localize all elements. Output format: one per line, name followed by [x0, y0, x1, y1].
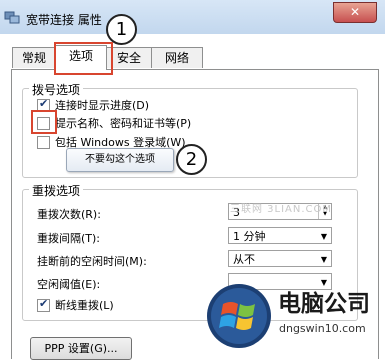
redial-if-dropped-option[interactable]: 断线重拨(L)	[37, 297, 114, 313]
callout-1: 1	[106, 14, 137, 45]
show-progress-checkbox[interactable]	[37, 97, 50, 112]
idle-before-hangup-label: 挂断前的空闲时间(M):	[37, 255, 147, 268]
close-button[interactable]: ✕	[333, 2, 377, 23]
idle-before-hangup-select[interactable]: 从不 ▼	[228, 250, 332, 267]
show-progress-label: 连接时显示进度(D)	[55, 99, 150, 112]
windows-logo-icon	[207, 284, 271, 348]
tab-options[interactable]: 选项	[55, 45, 107, 70]
watermark-text: 三联网 3LIAN.COM	[230, 204, 333, 215]
tab-security[interactable]: 安全	[106, 47, 152, 68]
redial-interval-value: 1 分钟	[233, 230, 266, 243]
chevron-down-icon: ▼	[320, 232, 327, 241]
prompt-credentials-checkbox[interactable]	[37, 116, 50, 130]
idle-before-hangup-value: 从不	[233, 253, 255, 266]
show-progress-option[interactable]: 连接时显示进度(D)	[37, 97, 149, 113]
redial-attempts-label: 重拨次数(R):	[37, 208, 101, 221]
redial-if-dropped-label: 断线重拨(L)	[55, 299, 114, 312]
idle-threshold-label: 空闲阈值(E):	[37, 278, 101, 291]
redial-interval-label: 重拨间隔(T):	[37, 232, 101, 245]
tab-bar: 常规 选项 安全 网络	[12, 45, 376, 70]
brand-url: dngswin10.com	[279, 322, 366, 335]
tab-networking[interactable]: 网络	[151, 47, 203, 68]
callout-2: 2	[176, 144, 207, 175]
chevron-down-icon: ▼	[320, 255, 327, 264]
network-connection-icon	[4, 11, 20, 24]
tab-general[interactable]: 常规	[12, 47, 56, 68]
redial-interval-select[interactable]: 1 分钟 ▼	[228, 227, 332, 244]
ppp-settings-button[interactable]: PPP 设置(G)...	[30, 337, 132, 360]
brand-name: 电脑公司	[278, 291, 370, 317]
include-windows-domain-checkbox[interactable]	[37, 135, 50, 149]
redial-options-title: 重拨选项	[29, 182, 84, 199]
redial-if-dropped-checkbox[interactable]	[37, 297, 50, 312]
title-bar: 宽带连接 属性 ✕	[0, 0, 385, 34]
dial-options-title: 拨号选项	[29, 81, 84, 98]
prompt-credentials-label: 提示名称、密码和证书等(P)	[55, 117, 192, 130]
prompt-credentials-option[interactable]: 提示名称、密码和证书等(P)	[37, 115, 191, 131]
window-title: 宽带连接 属性	[26, 13, 102, 27]
hint-tooltip: 不要勾这个选项	[66, 148, 174, 172]
